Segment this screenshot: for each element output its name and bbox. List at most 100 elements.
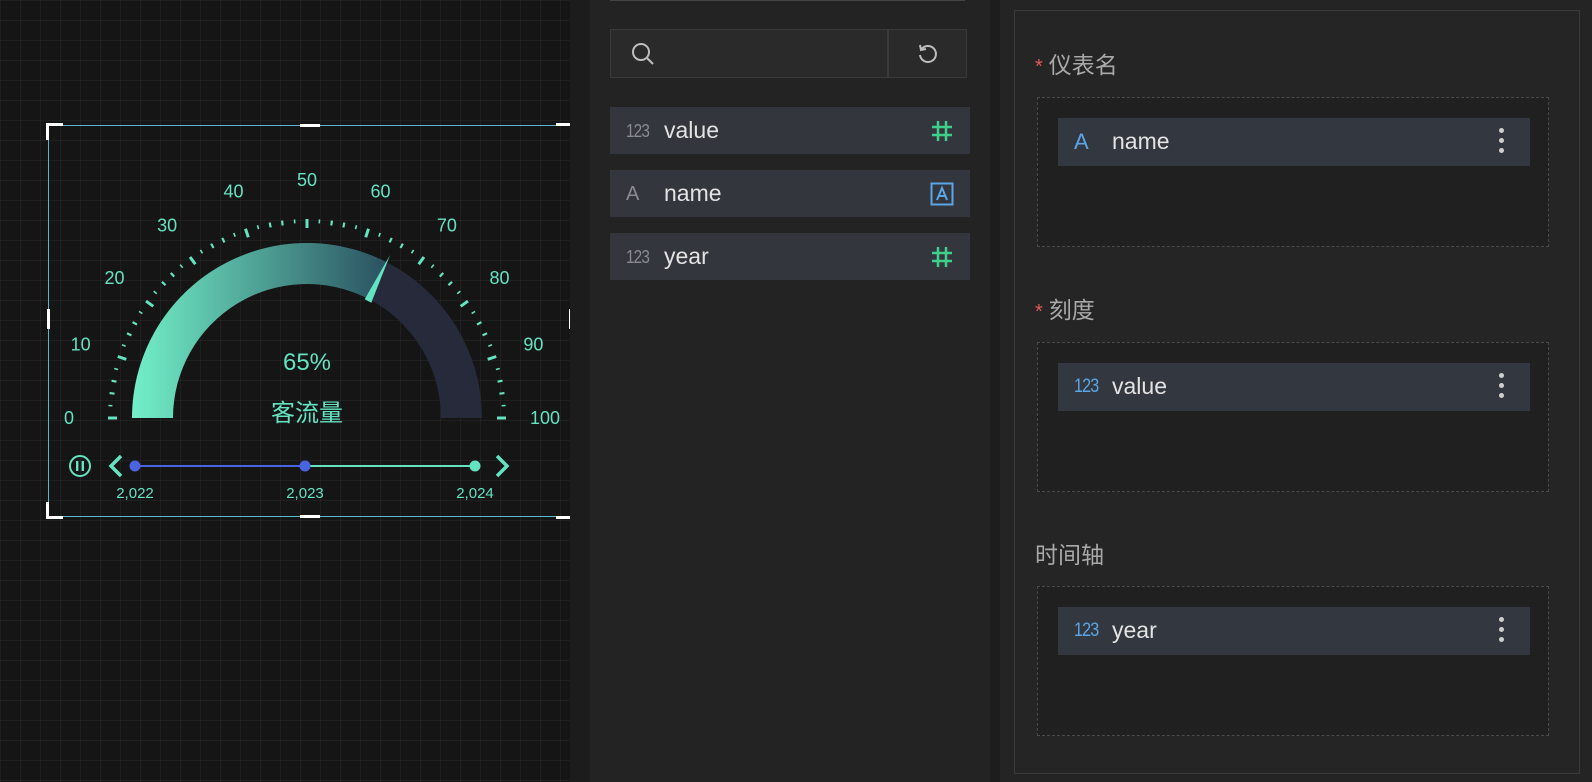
gauge-tick xyxy=(388,237,393,243)
more-icon[interactable] xyxy=(1499,373,1505,401)
gauge-tick xyxy=(342,222,346,228)
timeline-prev-icon[interactable] xyxy=(108,454,123,478)
gauge-tick xyxy=(430,264,435,269)
gauge-scale-label: 20 xyxy=(104,268,124,288)
gauge-progress-arc xyxy=(132,243,387,419)
gauge-tick xyxy=(499,391,505,395)
gauge-tick xyxy=(153,290,158,295)
gauge-tick xyxy=(280,220,284,226)
chip-label: name xyxy=(1112,128,1170,154)
number-type-icon: 123 xyxy=(626,121,650,141)
refresh-button[interactable] xyxy=(888,29,967,78)
section-title-text: 刻度 xyxy=(1048,297,1095,323)
gauge-tick xyxy=(121,343,126,347)
timeline-node[interactable] xyxy=(469,460,481,472)
timeline-node[interactable] xyxy=(129,460,141,472)
field-item-name[interactable]: A name xyxy=(610,170,970,217)
gauge-track xyxy=(367,262,482,418)
gauge-tick xyxy=(126,332,132,337)
chip-label: value xyxy=(1112,373,1167,399)
gauge-value-arc xyxy=(132,243,387,419)
number-type-icon: 123 xyxy=(1074,376,1099,397)
field-label: value xyxy=(664,117,719,143)
gauge-tick xyxy=(221,237,226,243)
timeline-track[interactable]: 2,022 2,023 2,024 xyxy=(116,460,494,503)
chip-year[interactable]: 123 year xyxy=(1058,607,1530,655)
gauge-tick xyxy=(210,243,215,249)
gauge-tick xyxy=(459,299,469,308)
fields-panel: 123 value A name 123 year xyxy=(590,0,990,782)
gauge-tick xyxy=(330,220,334,226)
field-label: year xyxy=(664,243,709,269)
timeline-year-label: 2,023 xyxy=(286,485,324,502)
gauge-tick xyxy=(488,343,493,347)
config-panel: * 仪表名 A name * 刻度 123 value 时间轴 123 year xyxy=(1014,10,1580,774)
pause-button[interactable] xyxy=(69,455,91,477)
gauge-center-label: 客流量 xyxy=(271,399,343,427)
gauge-tick xyxy=(114,367,119,371)
gauge-tick xyxy=(476,321,482,326)
dropzone-scale[interactable]: 123 value xyxy=(1037,342,1549,492)
search-icon xyxy=(632,43,654,65)
number-type-icon: 123 xyxy=(1074,620,1099,641)
gauge-tick xyxy=(447,280,453,286)
dropzone-timeline[interactable]: 123 year xyxy=(1037,586,1549,736)
gauge-scale-label: 30 xyxy=(157,215,177,235)
gauge-tick xyxy=(256,225,260,230)
gauge-tick xyxy=(410,249,415,254)
gauge-scale-label: 70 xyxy=(437,215,457,235)
dropzone-gauge-name[interactable]: A name xyxy=(1037,97,1549,247)
timeline-next-icon[interactable] xyxy=(495,454,510,478)
gauge-scale-label: 50 xyxy=(297,170,317,190)
timeline-node[interactable] xyxy=(299,460,311,472)
gauge-scale-label: 0 xyxy=(64,408,74,428)
gauge-scale-label: 80 xyxy=(490,268,510,288)
section-title-text: 仪表名 xyxy=(1048,52,1118,78)
search-input[interactable] xyxy=(610,29,888,78)
field-label: name xyxy=(664,180,722,206)
gauge-tick xyxy=(232,232,236,237)
hash-icon xyxy=(932,121,952,141)
gauge-tick xyxy=(109,391,115,395)
more-icon[interactable] xyxy=(1499,617,1505,645)
gauge-tick xyxy=(497,379,503,383)
gauge-tick xyxy=(188,256,197,266)
gauge-tick xyxy=(487,355,497,361)
hash-icon xyxy=(932,247,952,267)
text-type-icon: A xyxy=(626,183,640,205)
canvas-edge xyxy=(570,0,590,782)
gauge-track-arc xyxy=(367,262,482,418)
panel-divider xyxy=(990,0,1000,782)
gauge-tick xyxy=(138,310,143,315)
gauge-scale-label: 40 xyxy=(223,182,243,202)
chip-value[interactable]: 123 value xyxy=(1058,363,1530,411)
gauge-tick xyxy=(471,310,476,315)
gauge-scale-label: 10 xyxy=(71,334,91,354)
gauge-tick xyxy=(378,232,382,237)
section-title-timeline: 时间轴 xyxy=(1035,541,1104,569)
panel-divider xyxy=(610,0,965,1)
field-item-value[interactable]: 123 value xyxy=(610,107,970,154)
gauge-tick xyxy=(439,272,445,278)
required-mark: * xyxy=(1035,56,1043,78)
gauge-center-value: 65% xyxy=(283,349,331,376)
section-title-text: 时间轴 xyxy=(1035,542,1104,568)
gauge-chart: 0102030405060708090100 65% 客流量 2,022 2,02… xyxy=(64,170,560,503)
text-type-icon: A xyxy=(1074,129,1089,154)
pause-icon[interactable] xyxy=(69,455,91,477)
chip-name[interactable]: A name xyxy=(1058,118,1530,166)
section-title-scale: * 刻度 xyxy=(1035,296,1095,326)
gauge-tick xyxy=(399,243,404,249)
gauge-tick xyxy=(169,272,175,278)
gauge-tick xyxy=(199,249,204,254)
gauge-tick xyxy=(456,290,461,295)
design-canvas[interactable]: 0 10 20 30 40 50 60 70 80 90 100 65% 客流量 2,022 2,02… xyxy=(0,0,573,782)
gauge-tick xyxy=(482,332,488,337)
more-icon[interactable] xyxy=(1499,128,1505,156)
field-item-year[interactable]: 123 year xyxy=(610,233,970,280)
gauge-tick xyxy=(354,225,358,230)
text-box-icon xyxy=(930,182,954,206)
chip-label: year xyxy=(1112,617,1157,643)
gauge-tick xyxy=(268,222,272,228)
gauge-scale-label: 60 xyxy=(371,182,391,202)
